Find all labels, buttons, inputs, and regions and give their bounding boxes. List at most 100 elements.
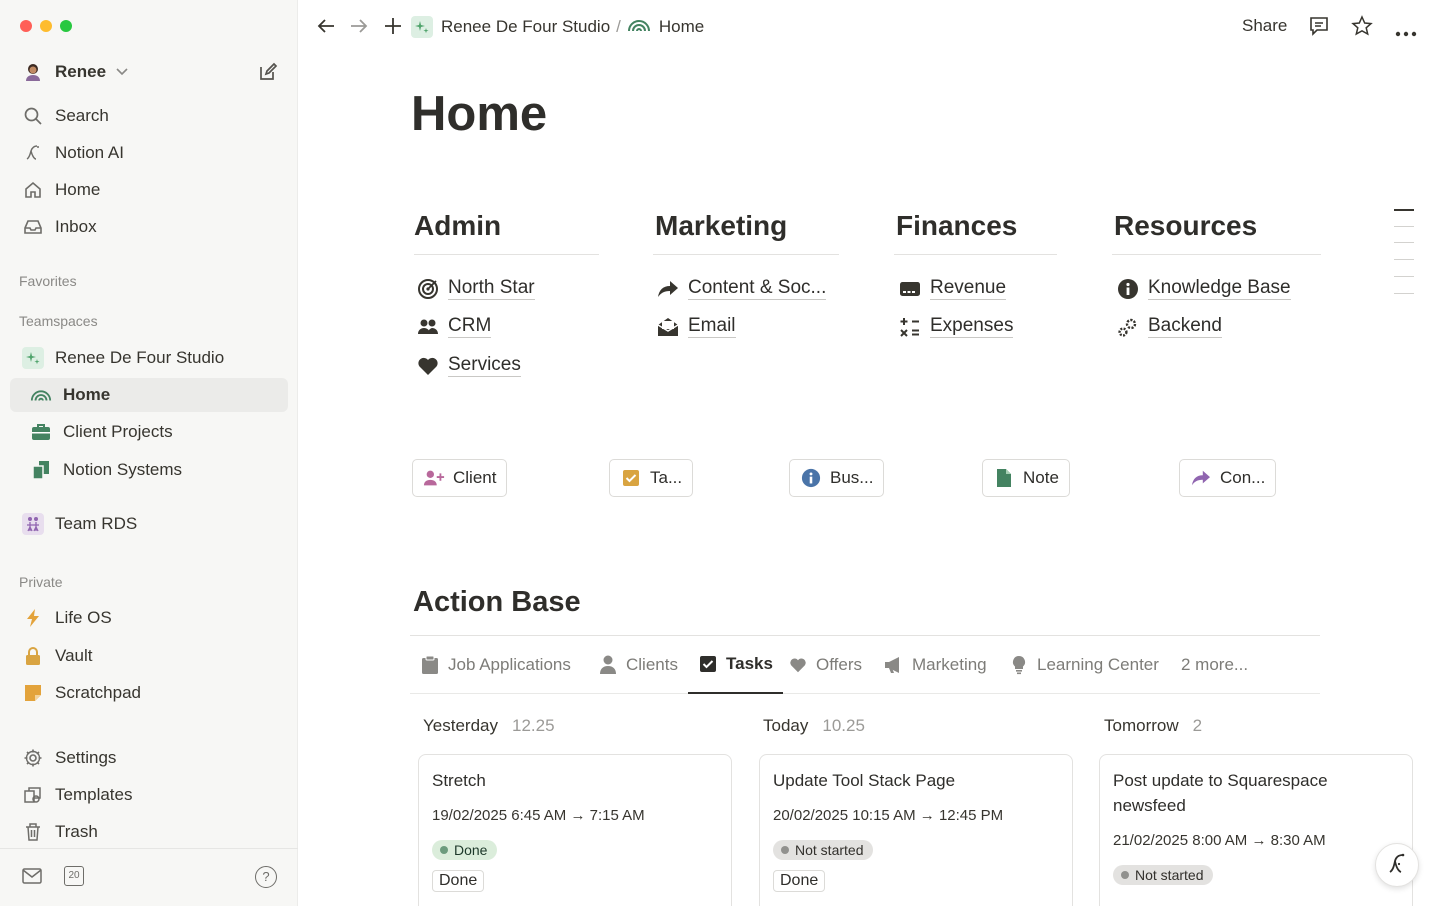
sidebar-item-vault[interactable]: Vault: [10, 639, 288, 673]
sidebar-item-teamspace[interactable]: Renee De Four Studio: [10, 341, 288, 375]
sidebar-item-scratchpad[interactable]: Scratchpad: [10, 676, 288, 710]
group-count: 2: [1192, 716, 1203, 735]
gear-icon: [22, 747, 44, 769]
done-button[interactable]: Done: [432, 870, 485, 892]
group-header-today: Today 10.25: [763, 716, 865, 736]
new-task-button[interactable]: Ta...: [609, 459, 694, 497]
gears-icon: [1117, 316, 1139, 338]
checkbox-icon: [698, 654, 718, 674]
breadcrumb-workspace[interactable]: Renee De Four Studio: [441, 17, 610, 37]
task-card[interactable]: Update Tool Stack Page 20/02/2025 10:15 …: [759, 754, 1073, 906]
sidebar-item-inbox[interactable]: Inbox: [10, 210, 288, 244]
workspace-switcher[interactable]: Renee: [10, 55, 288, 89]
done-button[interactable]: Done: [773, 870, 826, 892]
task-date: 20/02/2025 10:15 AM → 12:45 PM: [773, 807, 1004, 824]
button-label: Client: [453, 468, 497, 487]
notion-ai-floating-button[interactable]: [1375, 843, 1419, 887]
task-card[interactable]: Post update to Squarespace newsfeed 21/0…: [1099, 754, 1413, 906]
notion-ai-icon: [22, 142, 44, 164]
top-bar: Renee De Four Studio / Home Share: [298, 0, 1438, 52]
task-card[interactable]: Stretch 19/02/2025 6:45 AM → 7:15 AM Don…: [418, 754, 732, 906]
link-label: Email: [688, 315, 736, 338]
tab-job-applications[interactable]: Job Applications: [420, 636, 571, 694]
group-header-tomorrow: Tomorrow 2: [1104, 716, 1202, 736]
info-icon: [1117, 278, 1139, 300]
clipboard-icon: [420, 655, 440, 675]
new-client-button[interactable]: Client: [412, 459, 508, 497]
new-page-icon[interactable]: [258, 62, 278, 87]
link-backend[interactable]: Backend: [1117, 315, 1222, 338]
tab-label: 2 more...: [1181, 655, 1249, 674]
sidebar-item-notion-ai[interactable]: Notion AI: [10, 136, 288, 170]
sidebar-item-home[interactable]: Home: [10, 173, 288, 207]
tab-label: Learning Center: [1037, 655, 1159, 674]
star-icon[interactable]: [1351, 15, 1373, 42]
task-title: Post update to Squarespace newsfeed: [1113, 771, 1328, 815]
tab-marketing[interactable]: Marketing: [884, 636, 987, 694]
link-label: Knowledge Base: [1148, 277, 1291, 300]
add-page-icon[interactable]: [383, 16, 403, 41]
tab-tasks[interactable]: Tasks: [688, 636, 783, 694]
megaphone-icon: [884, 655, 904, 675]
lock-icon: [22, 645, 44, 667]
back-arrow-icon[interactable]: [316, 16, 336, 41]
group-name: Tomorrow: [1104, 716, 1179, 735]
sidebar-item-label: Trash: [55, 822, 98, 841]
sidebar-item-client-projects[interactable]: Client Projects: [10, 415, 288, 449]
link-knowledge-base[interactable]: Knowledge Base: [1117, 277, 1291, 300]
minimize-window-button[interactable]: [40, 20, 52, 32]
status-badge: Not started: [1113, 865, 1214, 885]
new-business-button[interactable]: Bus...: [789, 459, 885, 497]
link-label: Expenses: [930, 315, 1014, 338]
more-options-icon[interactable]: [1395, 24, 1417, 42]
sidebar-item-home-page[interactable]: Home: [10, 378, 288, 412]
comments-icon[interactable]: [1308, 15, 1330, 42]
sidebar-item-label: Client Projects: [63, 422, 173, 441]
breadcrumb-page[interactable]: Home: [659, 17, 704, 37]
link-services[interactable]: Services: [417, 354, 521, 377]
sidebar-item-templates[interactable]: Templates: [10, 778, 288, 812]
zoom-window-button[interactable]: [60, 20, 72, 32]
sidebar-item-team-rds[interactable]: Team RDS: [10, 507, 288, 541]
chevron-down-icon: [116, 65, 128, 79]
new-note-button[interactable]: Note: [982, 459, 1070, 497]
link-label: North Star: [448, 277, 535, 300]
help-icon[interactable]: ?: [255, 866, 277, 888]
sidebar-item-label: Renee De Four Studio: [55, 348, 225, 367]
info-icon: [800, 467, 822, 489]
link-email[interactable]: Email: [657, 315, 736, 338]
sidebar-item-settings[interactable]: Settings: [10, 741, 288, 775]
sidebar-item-label: Templates: [55, 785, 133, 804]
link-north-star[interactable]: North Star: [417, 277, 535, 300]
share-button[interactable]: Share: [1242, 16, 1287, 36]
tab-offers[interactable]: Offers: [788, 636, 862, 694]
link-revenue[interactable]: Revenue: [899, 277, 1007, 300]
sidebar-item-trash[interactable]: Trash: [10, 815, 288, 849]
link-expenses[interactable]: Expenses: [899, 315, 1014, 338]
heart-icon: [417, 355, 439, 377]
teamspaces-heading: Teamspaces: [19, 313, 98, 329]
calendar-icon[interactable]: 20: [64, 866, 84, 886]
sidebar-item-notion-systems[interactable]: Notion Systems: [10, 453, 288, 487]
link-label: Services: [448, 354, 521, 377]
group-name: Today: [763, 716, 809, 735]
tab-clients[interactable]: Clients: [598, 636, 678, 694]
tab-learning-center[interactable]: Learning Center: [1009, 636, 1159, 694]
status-label: Not started: [795, 842, 864, 858]
forward-arrow-icon[interactable]: [349, 16, 369, 41]
link-label: Revenue: [930, 277, 1007, 300]
mail-icon[interactable]: [22, 868, 42, 889]
tab-more[interactable]: 2 more...: [1181, 636, 1248, 694]
sidebar-item-label: Inbox: [55, 217, 97, 236]
status-label: Done: [454, 842, 488, 858]
new-content-button[interactable]: Con...: [1179, 459, 1277, 497]
link-crm[interactable]: CRM: [417, 315, 492, 338]
sidebar-item-search[interactable]: Search: [10, 99, 288, 133]
sidebar-item-life-os[interactable]: Life OS: [10, 601, 288, 635]
column-heading-finances: Finances: [894, 210, 1057, 255]
tab-label: Tasks: [726, 654, 773, 673]
lightbulb-icon: [1009, 655, 1029, 675]
column-heading-resources: Resources: [1112, 210, 1321, 255]
link-content-social[interactable]: Content & Soc...: [657, 277, 827, 300]
close-window-button[interactable]: [20, 20, 32, 32]
